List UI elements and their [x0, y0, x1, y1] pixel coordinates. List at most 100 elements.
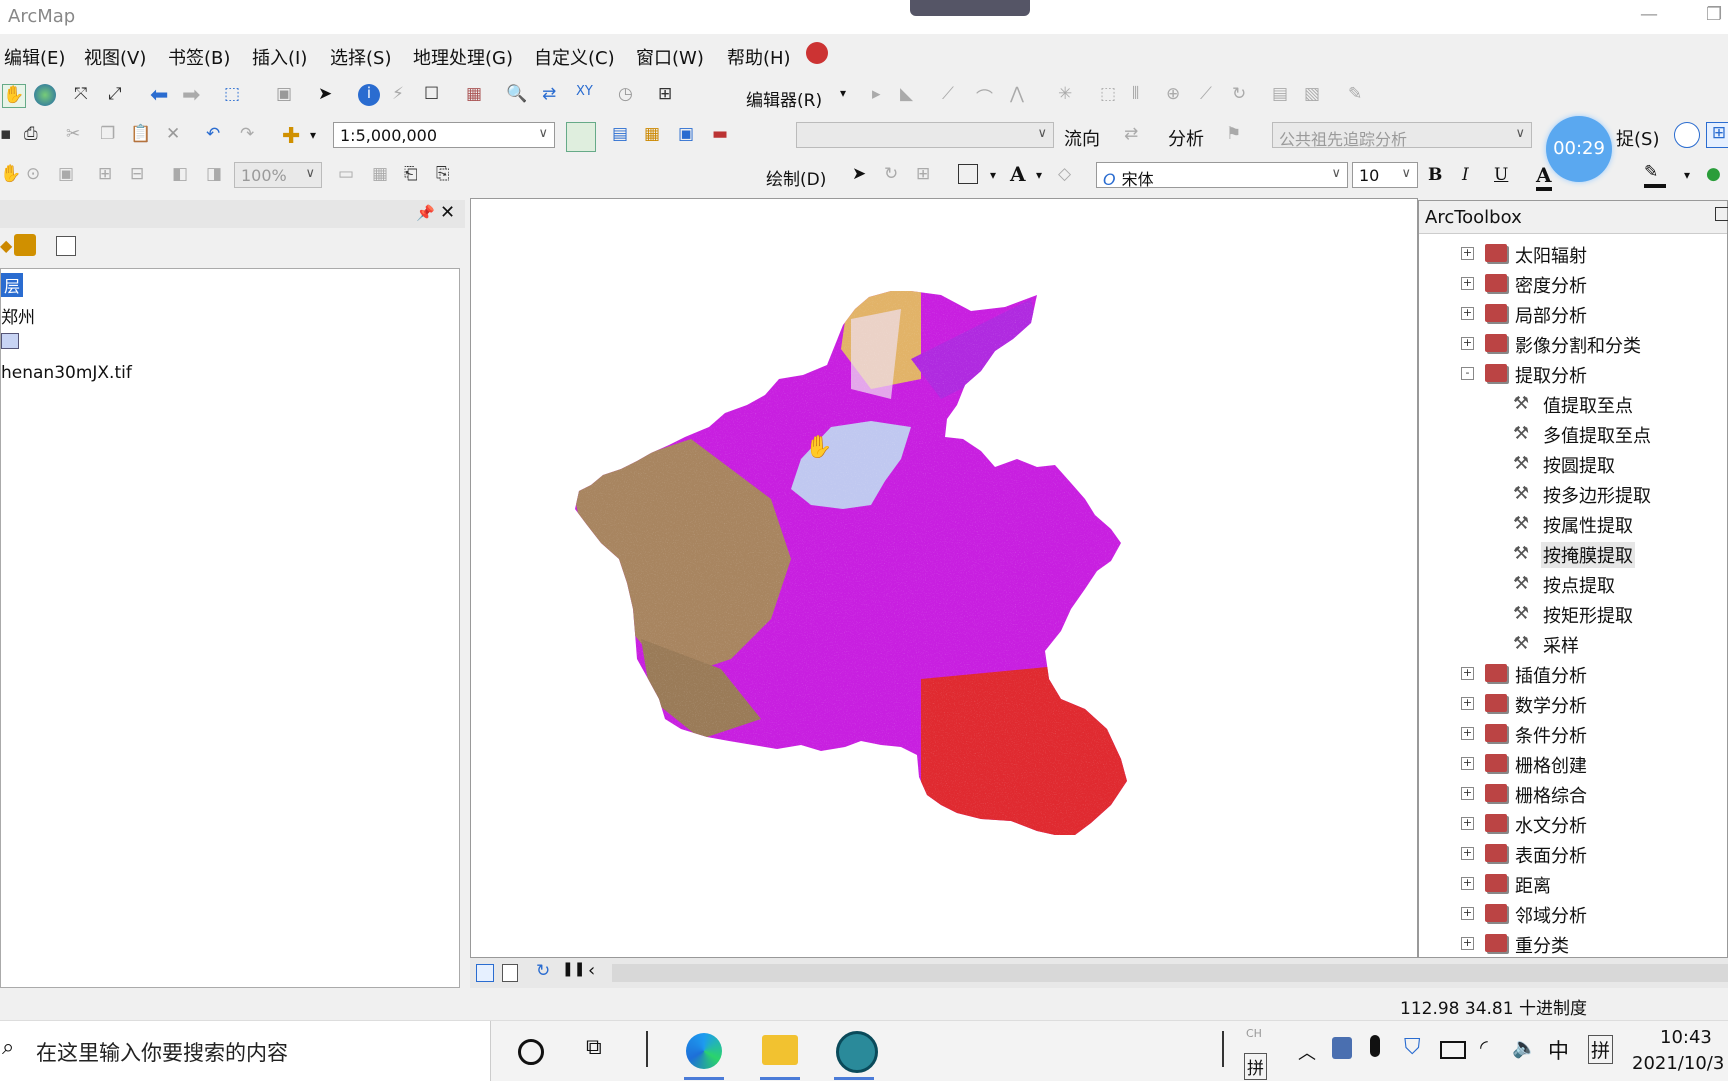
zoom-selected-icon[interactable]: ⊞ — [916, 164, 938, 186]
clock-date[interactable]: 2021/10/3 — [1632, 1053, 1724, 1074]
list-by-source-icon[interactable]: ◆ — [0, 236, 12, 255]
toolset-item[interactable]: + 影像分割和分类 — [1419, 329, 1727, 359]
tool-item[interactable]: ⚒ 按圆提取 — [1419, 449, 1727, 479]
select-elements-icon[interactable]: ➤ — [318, 84, 340, 106]
toolset-item[interactable]: + 栅格综合 — [1419, 779, 1727, 809]
point-snap-icon[interactable] — [1674, 122, 1700, 148]
forward-extent-icon[interactable]: ➡ — [182, 83, 204, 108]
add-data-dropdown-icon[interactable]: ▾ — [310, 128, 316, 142]
save-icon[interactable]: ▪ — [0, 124, 22, 146]
drawing-menu[interactable]: 绘制(D) — [766, 165, 826, 190]
minimize-icon[interactable]: — — [1640, 4, 1658, 25]
expand-icon[interactable]: + — [1461, 277, 1474, 290]
data-view-icon[interactable] — [476, 964, 494, 982]
layout-zoom-whole-icon[interactable]: ⊙ — [26, 164, 48, 186]
cut-polygons-icon[interactable]: ⊕ — [1166, 84, 1188, 106]
underline-button[interactable]: U — [1494, 165, 1508, 185]
attributes-icon[interactable]: ▤ — [1272, 84, 1294, 106]
toolset-item[interactable]: - 提取分析 — [1419, 359, 1727, 389]
toggle-draft-icon[interactable]: ▭ — [338, 164, 360, 186]
arcmap-taskbar-icon[interactable] — [836, 1031, 878, 1073]
volume-icon[interactable]: 🔈 — [1512, 1035, 1537, 1059]
expand-icon[interactable]: + — [1461, 817, 1474, 830]
menu-geoprocessing[interactable]: 地理处理(G) — [413, 44, 513, 70]
map-view[interactable]: ✋ — [470, 198, 1418, 958]
layout-back-icon[interactable]: ◧ — [172, 164, 194, 186]
security-shield-icon[interactable]: ⛉ — [1404, 1035, 1421, 1060]
tool-item[interactable]: ⚒ 值提取至点 — [1419, 389, 1727, 419]
recorder-grip[interactable] — [910, 0, 1030, 16]
add-data-icon[interactable]: ✚ — [282, 124, 304, 149]
italic-button[interactable]: I — [1462, 165, 1469, 185]
layer-zhengzhou[interactable]: 郑州 — [1, 303, 35, 328]
sketch-properties-icon[interactable]: ▧ — [1304, 84, 1326, 106]
scroll-left-icon[interactable]: ‹ — [588, 960, 595, 981]
network-drive-icon[interactable] — [1332, 1037, 1352, 1059]
pin-icon[interactable]: 📌 — [416, 204, 435, 222]
network-combo[interactable]: ∨ — [796, 122, 1054, 148]
rotate-element-icon[interactable]: ↻ — [884, 164, 906, 186]
list-by-visibility-icon[interactable] — [14, 234, 36, 256]
arctoolbox-icon[interactable]: ▬ — [712, 124, 734, 146]
toolset-item[interactable]: + 太阳辐射 — [1419, 239, 1727, 269]
toolset-item[interactable]: + 水文分析 — [1419, 809, 1727, 839]
redo-icon[interactable]: ↷ — [240, 124, 262, 146]
find-route-icon[interactable]: ⇄ — [542, 84, 564, 106]
undo-icon[interactable]: ↶ — [206, 124, 228, 146]
text-tool-icon[interactable]: A — [1010, 162, 1032, 186]
expand-icon[interactable]: + — [1461, 757, 1474, 770]
refresh-icon[interactable]: ↻ — [536, 961, 550, 981]
menu-customize[interactable]: 自定义(C) — [534, 44, 615, 70]
layout-zoom-combo[interactable]: 100% ∨ — [234, 162, 322, 188]
edit-tool-icon[interactable]: ▸ — [872, 84, 894, 106]
font-color-button[interactable]: A — [1536, 163, 1552, 191]
menu-insert[interactable]: 插入(I) — [252, 44, 307, 70]
expand-icon[interactable]: + — [1461, 787, 1474, 800]
copy-icon[interactable]: ❐ — [100, 124, 122, 146]
expand-icon[interactable]: + — [1461, 667, 1474, 680]
tool-item[interactable]: ⚒ 按多边形提取 — [1419, 479, 1727, 509]
toolset-item[interactable]: + 重分类 — [1419, 929, 1727, 959]
tool-item-hovered[interactable]: ⚒ 按掩膜提取 — [1419, 539, 1727, 569]
edit-vertices-draw-icon[interactable]: ◇ — [1058, 164, 1080, 186]
back-extent-icon[interactable]: ⬅ — [150, 83, 172, 108]
marker-color-icon[interactable]: ● — [1706, 164, 1728, 186]
find-icon[interactable]: 🔍 — [506, 84, 528, 106]
layout-view-icon[interactable] — [502, 964, 518, 982]
toolset-item[interactable]: + 栅格创建 — [1419, 749, 1727, 779]
wifi-icon[interactable]: ◜ — [1480, 1035, 1488, 1059]
html-popup-icon[interactable]: ☐ — [424, 84, 446, 106]
edit-vertices-icon[interactable]: ⬚ — [1100, 84, 1122, 106]
print-icon[interactable]: ⎙ — [24, 124, 46, 146]
microphone-icon[interactable] — [1370, 1035, 1380, 1057]
time-slider-icon[interactable]: ◷ — [618, 84, 640, 106]
tool-item[interactable]: ⚒ 按点提取 — [1419, 569, 1727, 599]
horizontal-scrollbar[interactable] — [612, 964, 1728, 982]
create-features-icon[interactable]: ✎ — [1348, 84, 1370, 106]
paste-icon[interactable]: 📋 — [130, 124, 152, 146]
menu-help[interactable]: 帮助(H) — [727, 44, 791, 70]
table-of-contents-icon[interactable]: ▤ — [612, 124, 634, 146]
layout-pan-icon[interactable]: ✋ — [0, 164, 22, 186]
select-element-icon[interactable]: ➤ — [852, 164, 874, 186]
editor-dropdown-icon[interactable]: ▾ — [840, 86, 846, 100]
menu-view[interactable]: 视图(V) — [84, 44, 146, 70]
pause-drawing-icon[interactable]: ❚❚ — [562, 961, 585, 977]
focus-frame-icon[interactable]: ▦ — [372, 164, 394, 186]
straight-segment-icon[interactable]: ⟋ — [942, 84, 964, 106]
layout-forward-icon[interactable]: ◨ — [206, 164, 228, 186]
close-icon[interactable]: ✕ — [440, 202, 455, 223]
collapse-icon[interactable]: - — [1461, 367, 1474, 380]
toolset-item[interactable]: + 邻域分析 — [1419, 899, 1727, 929]
editor-menu[interactable]: 编辑器(R) — [746, 86, 822, 111]
toolset-item[interactable]: + 表面分析 — [1419, 839, 1727, 869]
fixed-zoom-out-icon[interactable]: ⤢ — [108, 84, 130, 106]
maximize-icon[interactable] — [1715, 207, 1728, 221]
layer-symbol[interactable] — [1, 333, 19, 349]
menu-windows[interactable]: 窗口(W) — [636, 44, 704, 70]
expand-icon[interactable]: + — [1461, 697, 1474, 710]
edit-annotation-icon[interactable]: ◣ — [900, 84, 922, 106]
snapping-menu[interactable]: 捉(S) — [1616, 125, 1659, 151]
pan-icon[interactable]: ✋ — [2, 84, 26, 108]
ime-pinyin-indicator[interactable]: 拼 — [1244, 1053, 1267, 1080]
